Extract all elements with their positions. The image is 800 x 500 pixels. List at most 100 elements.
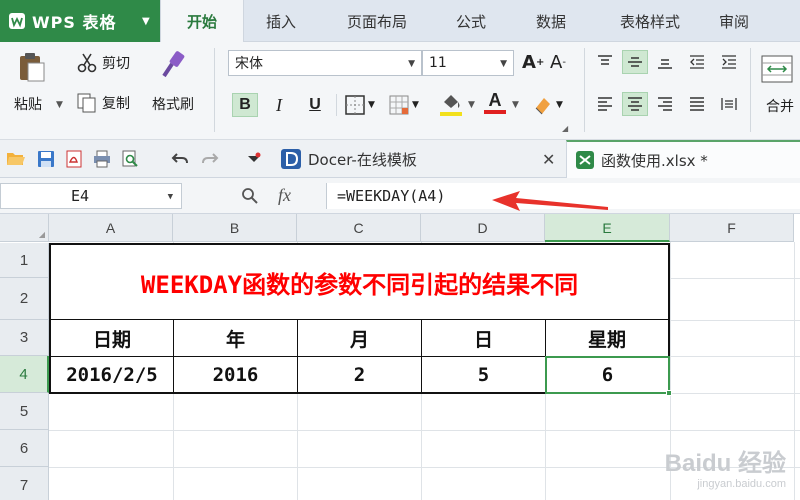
formula-text: =WEEKDAY(A4)	[337, 187, 446, 205]
align-right-button[interactable]	[652, 92, 678, 116]
bold-button[interactable]: B	[232, 93, 258, 117]
row-header-7[interactable]: 7	[0, 467, 49, 500]
spreadsheet-grid[interactable]: ◢ A B C D E F 1 2 3 4 5 6 7 WEEKDAY函数的参数…	[0, 214, 800, 500]
align-bottom-icon	[658, 59, 672, 69]
column-header-c[interactable]: C	[297, 214, 421, 242]
font-size-select[interactable]: 11 ▼	[422, 50, 514, 76]
indent-decrease-icon	[690, 55, 704, 69]
sheet-title-cell[interactable]: WEEKDAY函数的参数不同引起的结果不同	[49, 243, 670, 320]
docer-logo-icon	[281, 149, 301, 169]
column-header-d[interactable]: D	[421, 214, 545, 242]
row-header-4[interactable]: 4	[0, 356, 49, 393]
decrease-font-size-button[interactable]: A-	[550, 52, 566, 73]
paste-button[interactable]: 粘贴	[14, 50, 48, 114]
chevron-down-icon: ▼	[368, 100, 375, 110]
cell-fill-button[interactable]: ▼	[388, 94, 419, 116]
font-name-select[interactable]: 宋体 ▼	[228, 50, 422, 76]
paste-dropdown-icon[interactable]: ▼	[56, 100, 63, 110]
insert-function-button[interactable]: fx	[278, 185, 291, 206]
chevron-down-icon: ▼	[408, 59, 415, 69]
data-cell-date[interactable]: 2016/2/5	[49, 356, 174, 394]
fill-color-button[interactable]	[440, 92, 462, 116]
tab-home[interactable]: 开始	[160, 0, 244, 42]
doc-tab-docer[interactable]: Docer-在线模板	[278, 140, 568, 178]
justify-button[interactable]	[684, 92, 710, 116]
zoom-formula-button[interactable]	[240, 186, 260, 210]
data-cell-day[interactable]: 5	[421, 356, 546, 394]
tab-formulas[interactable]: 公式	[436, 0, 506, 42]
font-dialog-launcher-icon[interactable]: ◢	[562, 124, 568, 133]
increase-font-size-button[interactable]: A +	[522, 52, 544, 73]
format-painter-button[interactable]: 格式刷	[152, 50, 194, 114]
tab-page-layout[interactable]: 页面布局	[318, 0, 436, 42]
cut-button[interactable]: 剪切	[76, 52, 130, 74]
name-box[interactable]: E4 ▼	[0, 183, 182, 209]
open-file-button[interactable]	[6, 149, 26, 169]
undo-button[interactable]	[170, 149, 190, 169]
watermark: Baidu 经验 jingyan.baidu.com	[665, 443, 786, 490]
column-header-e[interactable]: E	[545, 214, 670, 242]
chevron-down-icon: ▼	[167, 192, 173, 202]
floppy-disk-icon	[38, 151, 54, 167]
wps-logo-icon	[9, 13, 25, 29]
header-cell-date[interactable]: 日期	[49, 319, 174, 357]
header-cell-weekday[interactable]: 星期	[545, 319, 670, 357]
row-header-2[interactable]: 2	[0, 278, 49, 320]
decrease-indent-button[interactable]	[684, 50, 710, 74]
chevron-down-icon[interactable]: ▼	[512, 100, 519, 110]
align-right-icon	[658, 97, 672, 111]
align-middle-button[interactable]	[622, 50, 648, 74]
tab-insert[interactable]: 插入	[244, 0, 318, 42]
column-header-f[interactable]: F	[670, 214, 794, 242]
export-pdf-button[interactable]	[64, 149, 84, 169]
row-header-6[interactable]: 6	[0, 430, 49, 467]
header-cell-month[interactable]: 月	[297, 319, 422, 357]
column-header-a[interactable]: A	[49, 214, 173, 242]
clear-format-button[interactable]: ▼	[532, 94, 563, 116]
align-top-button[interactable]	[592, 50, 618, 74]
tab-table-style[interactable]: 表格样式	[596, 0, 704, 42]
app-menu-button[interactable]: WPS 表格 ▼	[0, 0, 160, 42]
close-tab-icon[interactable]: ✕	[542, 150, 555, 169]
font-color-button[interactable]: A	[484, 90, 506, 114]
doc-tab-docer-label: Docer-在线模板	[308, 150, 417, 169]
magnifier-icon	[242, 188, 258, 204]
underline-button[interactable]: U	[302, 93, 328, 117]
data-cell-year[interactable]: 2016	[173, 356, 298, 394]
name-box-value: E4	[71, 187, 90, 205]
save-button[interactable]	[36, 149, 56, 169]
align-center-button[interactable]	[622, 92, 648, 116]
merge-cells-button[interactable]	[760, 54, 794, 84]
increase-indent-button[interactable]	[716, 50, 742, 74]
customize-arrow-icon	[248, 152, 261, 162]
data-cell-month[interactable]: 2	[297, 356, 422, 394]
fill-handle[interactable]	[666, 390, 672, 396]
data-cell-weekday-selected[interactable]: 6	[545, 356, 670, 394]
column-header-b[interactable]: B	[173, 214, 297, 242]
tab-review[interactable]: 审阅	[704, 0, 764, 42]
borders-button[interactable]: ▼	[344, 94, 375, 116]
tab-data[interactable]: 数据	[506, 0, 596, 42]
select-all-corner[interactable]: ◢	[0, 214, 49, 242]
ribbon-separator	[584, 48, 585, 132]
print-preview-button[interactable]	[120, 149, 140, 169]
align-left-button[interactable]	[592, 92, 618, 116]
merge-label: 合并	[766, 99, 794, 115]
header-cell-day[interactable]: 日	[421, 319, 546, 357]
align-bottom-button[interactable]	[652, 50, 678, 74]
font-size-value: 11	[429, 55, 447, 71]
ribbon-home: 粘贴 ▼ 剪切 复制 格式刷 宋体 ▼ 11 ▼ A + A- B I U ▼ …	[0, 42, 800, 140]
copy-button[interactable]: 复制	[76, 92, 130, 114]
italic-button[interactable]: I	[266, 93, 292, 117]
print-button[interactable]	[92, 149, 112, 169]
redo-button[interactable]	[200, 149, 220, 169]
merge-cells-icon	[761, 55, 793, 83]
row-header-5[interactable]: 5	[0, 393, 49, 430]
header-cell-year[interactable]: 年	[173, 319, 298, 357]
row-header-1[interactable]: 1	[0, 243, 49, 278]
doc-tab-file[interactable]: 函数使用.xlsx *	[566, 140, 800, 178]
row-header-3[interactable]: 3	[0, 320, 49, 356]
distribute-button[interactable]	[716, 92, 742, 116]
chevron-down-icon[interactable]: ▼	[468, 100, 475, 110]
customize-toolbar-button[interactable]	[244, 149, 264, 169]
